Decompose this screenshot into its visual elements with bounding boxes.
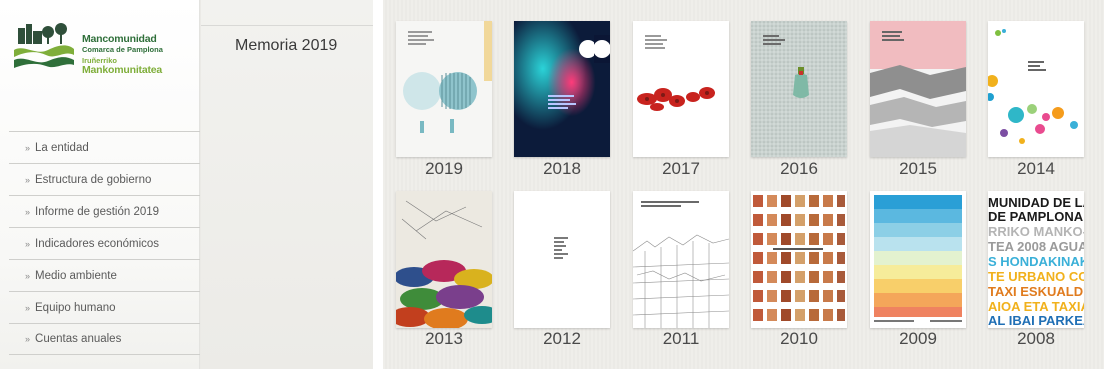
- sidebar-item-label: Equipo humano: [35, 301, 116, 314]
- sidebar-item-la-entidad[interactable]: » La entidad: [9, 131, 200, 163]
- report-cover-2011[interactable]: [633, 191, 729, 328]
- report-year[interactable]: 2013: [396, 329, 492, 349]
- cover-text-line: TEA 2008 AGUA: [988, 239, 1084, 254]
- title-column: Memoria 2019: [201, 0, 373, 369]
- report-cover-2019[interactable]: [396, 21, 492, 157]
- sidebar-item-medio-ambiente[interactable]: » Medio ambiente: [9, 259, 200, 291]
- double-chevron-right-icon: »: [25, 174, 31, 185]
- report-year[interactable]: 2010: [751, 329, 847, 349]
- double-chevron-right-icon: »: [25, 142, 31, 153]
- logo-text-line4: Mankomunitatea: [82, 64, 163, 76]
- report-cover-2013[interactable]: [396, 191, 492, 328]
- sidebar-item-label: Estructura de gobierno: [35, 173, 152, 186]
- cover-text-line: DE PAMPLONA: [988, 209, 1084, 224]
- cover-text-line: TE URBANO CO-: [988, 269, 1084, 284]
- logo-mark-icon: [14, 23, 74, 68]
- report-cover-2008[interactable]: MUNIDAD DE LA DE PAMPLONA RRIKO MANKO- T…: [988, 191, 1084, 328]
- report-cover-2014[interactable]: [988, 21, 1084, 157]
- sidebar-item-estructura-de-gobierno[interactable]: » Estructura de gobierno: [9, 163, 200, 195]
- divider: [201, 25, 373, 26]
- divider: [373, 0, 383, 369]
- sidebar-item-label: Cuentas anuales: [35, 333, 122, 345]
- logo-text-line1: Mancomunidad: [82, 33, 157, 45]
- double-chevron-right-icon: »: [25, 238, 31, 249]
- report-year[interactable]: 2015: [870, 159, 966, 179]
- double-chevron-right-icon: »: [25, 302, 31, 313]
- report-year[interactable]: 2014: [988, 159, 1084, 179]
- sidebar-nav: » La entidad » Estructura de gobierno » …: [9, 131, 200, 355]
- page-title: Memoria 2019: [235, 37, 338, 54]
- sidebar: Mancomunidad Comarca de Pamplona Iruñerr…: [0, 0, 200, 369]
- double-chevron-right-icon: »: [25, 206, 31, 217]
- sidebar-item-equipo-humano[interactable]: » Equipo humano: [9, 291, 200, 323]
- double-chevron-right-icon: »: [25, 270, 31, 281]
- report-cover-2012[interactable]: [514, 191, 610, 328]
- cover-text-line: MUNIDAD DE LA: [988, 195, 1084, 210]
- report-cover-2010[interactable]: [751, 191, 847, 328]
- logo-text-line2: Comarca de Pamplona: [82, 45, 163, 54]
- cover-text-line: RRIKO MANKO-: [988, 224, 1084, 239]
- report-year[interactable]: 2017: [633, 159, 729, 179]
- cover-text-line: TAXI ESKUALDE-: [988, 284, 1084, 299]
- cover-text-line: AIOA ETA TAXIA: [988, 299, 1084, 314]
- report-year[interactable]: 2008: [988, 329, 1084, 349]
- sidebar-item-informe-de-gestion[interactable]: » Informe de gestión 2019: [9, 195, 200, 227]
- sidebar-item-label: Medio ambiente: [35, 269, 117, 282]
- logo[interactable]: Mancomunidad Comarca de Pamplona Iruñerr…: [12, 22, 192, 82]
- sidebar-item-label: La entidad: [35, 141, 89, 154]
- cover-text-line: S HONDAKINAK: [988, 254, 1084, 269]
- sidebar-item-indicadores-economicos[interactable]: » Indicadores económicos: [9, 227, 200, 259]
- report-year[interactable]: 2009: [870, 329, 966, 349]
- report-cover-2015[interactable]: [870, 21, 966, 157]
- sidebar-item-label: Informe de gestión 2019: [35, 205, 160, 218]
- cover-text-line: AL IBAI PARKEA: [988, 313, 1084, 328]
- report-year[interactable]: 2018: [514, 159, 610, 179]
- sidebar-item-label: Indicadores económicos: [35, 237, 160, 250]
- report-year[interactable]: 2012: [514, 329, 610, 349]
- sidebar-item-cuentas-anuales[interactable]: » Cuentas anuales: [9, 323, 200, 355]
- report-cover-2009[interactable]: [870, 191, 966, 328]
- report-year[interactable]: 2011: [633, 329, 729, 349]
- report-cover-2018[interactable]: [514, 21, 610, 157]
- report-grid: 2019 2018 2017 2016 2015 2014 2013 2012 …: [383, 0, 1104, 369]
- report-year[interactable]: 2016: [751, 159, 847, 179]
- report-cover-2017[interactable]: [633, 21, 729, 157]
- report-year[interactable]: 2019: [396, 159, 492, 179]
- double-chevron-right-icon: »: [25, 334, 31, 344]
- report-cover-2016[interactable]: [751, 21, 847, 157]
